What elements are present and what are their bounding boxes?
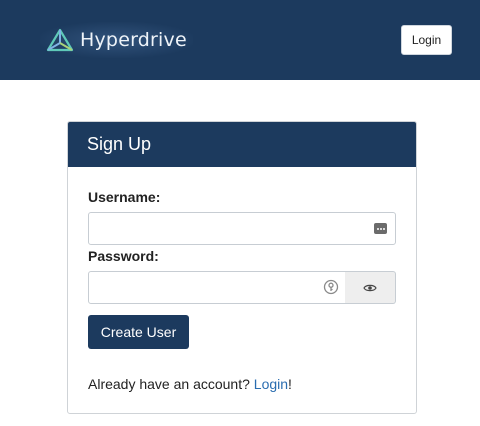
eye-icon (363, 284, 377, 291)
password-input[interactable] (88, 271, 346, 304)
create-user-button[interactable]: Create User (88, 315, 189, 349)
toggle-password-visibility-button[interactable] (345, 271, 396, 304)
password-manager-dots-icon[interactable] (374, 223, 387, 234)
username-label: Username: (88, 189, 161, 205)
password-label: Password: (88, 248, 159, 264)
brand-logo[interactable]: Hyperdrive (40, 22, 193, 58)
login-prompt-suffix: ! (288, 376, 292, 392)
signup-title: Sign Up (68, 122, 416, 167)
login-link[interactable]: Login (254, 376, 288, 392)
triangle-logo-icon (46, 28, 74, 52)
top-navbar: Hyperdrive Login (0, 0, 480, 80)
brand-name: Hyperdrive (80, 29, 187, 51)
signup-card: Sign Up Username: Password: Create User … (67, 121, 417, 414)
login-prompt-text: Already have an account? (88, 376, 254, 392)
key-autofill-icon[interactable] (323, 279, 339, 295)
login-prompt: Already have an account? Login! (88, 376, 292, 392)
username-input[interactable] (88, 212, 396, 245)
login-button[interactable]: Login (401, 25, 452, 55)
